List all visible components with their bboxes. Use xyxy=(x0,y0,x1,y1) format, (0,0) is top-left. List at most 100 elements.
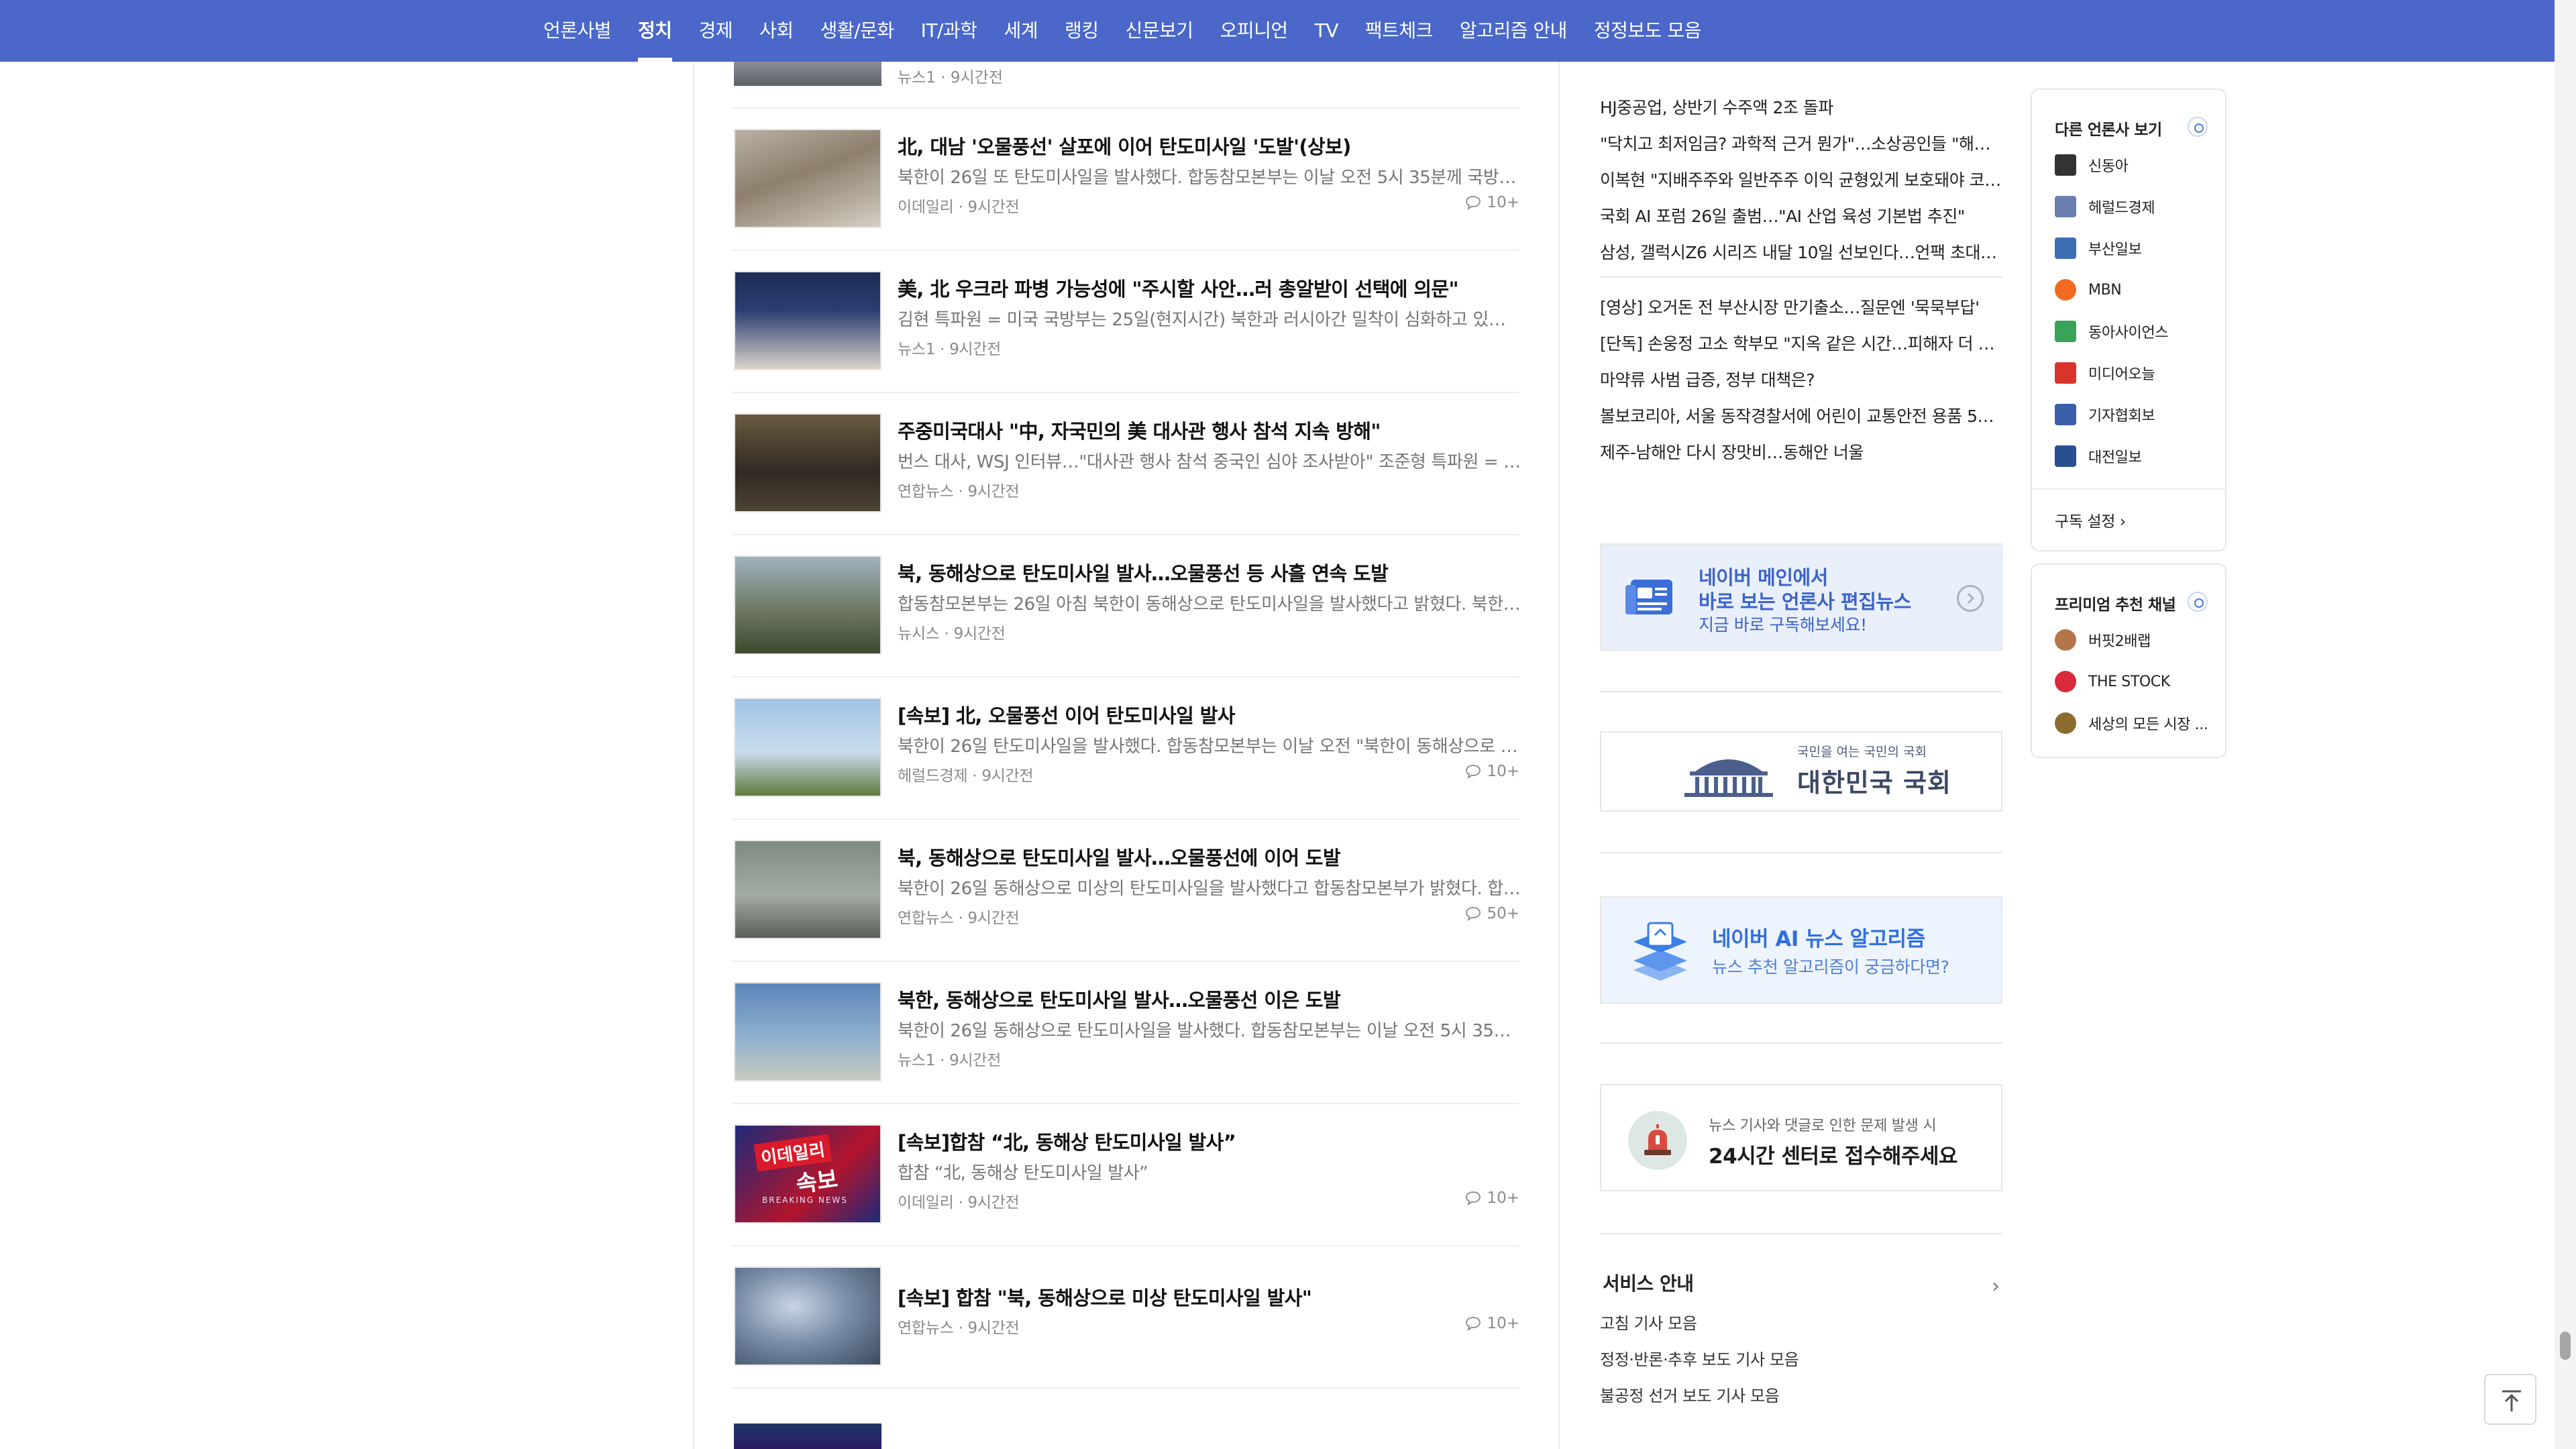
channel-item[interactable]: 미디어오늘 xyxy=(2055,360,2155,386)
news-thumbnail[interactable] xyxy=(734,982,881,1081)
refresh-icon[interactable] xyxy=(2188,117,2208,137)
nav-tab-4[interactable]: 생활/문화 xyxy=(820,0,894,62)
subscription-settings-link[interactable]: 구독 설정 › xyxy=(2055,508,2126,531)
headline-link[interactable]: 국회 AI 포럼 26일 출범…"AI 산업 육성 기본법 추진" xyxy=(1600,199,2002,235)
nav-tab-1[interactable]: 정치 xyxy=(638,0,672,62)
headline-link[interactable]: [영상] 오거돈 전 부산시장 만기출소…질문엔 '묵묵부답' xyxy=(1600,290,2002,326)
scrollbar-thumb[interactable] xyxy=(2560,1332,2571,1360)
headline-link[interactable]: 마약류 사범 급증, 정부 대책은? xyxy=(1600,362,2002,398)
nav-tab-0[interactable]: 언론사별 xyxy=(543,0,612,62)
news-thumbnail[interactable] xyxy=(734,555,881,655)
channel-item[interactable]: THE STOCK xyxy=(2055,668,2170,695)
news-item[interactable]: 이데일리 속보 BREAKING NEWS [속보]합참 “北, 동해상 탄도미사일 … xyxy=(731,1104,1519,1246)
chevron-right-icon[interactable]: › xyxy=(1992,1275,2000,1298)
channel-item[interactable]: 동아사이언스 xyxy=(2055,318,2168,345)
comment-count[interactable]: 10+ xyxy=(1465,763,1519,780)
news-thumbnail-partial[interactable] xyxy=(734,1424,881,1449)
channel-item[interactable]: MBN xyxy=(2055,276,2122,303)
news-item[interactable]: [속보] 北, 오물풍선 이어 탄도미사일 발사북한이 26일 탄도미사일을 발… xyxy=(731,678,1521,820)
news-thumbnail[interactable] xyxy=(734,840,881,939)
news-item[interactable]: 북, 동해상으로 탄도미사일 발사…오물풍선에 이어 도발북한이 26일 동해상… xyxy=(731,820,1521,962)
comment-icon xyxy=(1466,1191,1481,1205)
nav-tab-12[interactable]: 알고리즘 안내 xyxy=(1460,0,1567,62)
news-summary[interactable]: 북한이 26일 동해상으로 미상의 탄도미사일을 발사했다고 합동참모본부가 밝… xyxy=(898,875,1521,900)
nav-tab-8[interactable]: 신문보기 xyxy=(1126,0,1194,62)
thumbnail-image xyxy=(735,699,880,796)
headline-link[interactable]: "닥치고 최저임금? 과학적 근거 뭔가"…소상공인들 "해고 on" xyxy=(1600,126,2002,162)
page-scrollbar[interactable] xyxy=(2555,0,2576,1449)
comment-count[interactable]: 10+ xyxy=(1465,1315,1519,1332)
news-thumbnail[interactable] xyxy=(734,1267,881,1366)
report-center-banner[interactable]: 뉴스 기사와 댓글로 인한 문제 발생 시 24시간 센터로 접수해주세요 xyxy=(1600,1084,2002,1191)
news-item[interactable]: 北, 대남 '오물풍선' 살포에 이어 탄도미사일 '도발'(상보) 북한이 26… xyxy=(731,109,1521,251)
top-navigation-bar: 언론사별 정치 경제 사회 생활/문화 IT/과학 세계 랭킹 신문보기 오피니언 TV 팩트체크 알고… xyxy=(0,0,2555,62)
news-summary[interactable]: 북한이 26일 탄도미사일을 발사했다. 합동참모본부는 이날 오전 "북한이 … xyxy=(898,733,1521,757)
headline-link[interactable]: 삼성, 갤럭시Z6 시리즈 내달 10일 선보인다…언팩 초대장 발송 xyxy=(1600,235,2002,271)
nav-tab-13[interactable]: 정정보도 모음 xyxy=(1594,0,1701,62)
news-title[interactable]: 북, 동해상으로 탄도미사일 발사…오물풍선에 이어 도발 xyxy=(898,843,1508,871)
news-summary[interactable]: 합동참모본부는 26일 아침 북한이 동해상으로 탄도미사일을 발사했다고 밝혔… xyxy=(898,590,1521,615)
headline-link[interactable]: 볼보코리아, 서울 동작경찰서에 어린이 교통안전 용품 5000개 기부 xyxy=(1600,398,2002,435)
service-link-corrections[interactable]: 고침 기사 모음 xyxy=(1600,1305,2002,1342)
headline-link[interactable]: [단독] 손웅정 고소 학부모 "지옥 같은 시간…피해자 더 없길" xyxy=(1600,326,2002,362)
news-summary[interactable]: 합참 “北, 동해상 탄도미사일 발사” xyxy=(898,1159,1521,1184)
news-meta: 헤럴드경제 · 9시간전 xyxy=(898,767,1034,785)
news-summary[interactable]: 북한이 26일 동해상으로 탄도미사일을 발사했다. 합동참모본부는 이날 오전… xyxy=(898,1017,1521,1042)
headline-link[interactable]: HJ중공업, 상반기 수주액 2조 돌파 xyxy=(1600,90,2002,126)
national-assembly-banner[interactable]: 국민을 여는 국민의 국회 대한민국 국회 xyxy=(1600,731,2002,812)
nav-tab-3[interactable]: 사회 xyxy=(759,0,794,62)
news-title[interactable]: [속보] 합참 "북, 동해상으로 미상 탄도미사일 발사" xyxy=(898,1283,1508,1311)
news-item[interactable]: 북한, 동해상으로 탄도미사일 발사…오물풍선 이은 도발북한이 26일 동해상… xyxy=(731,962,1521,1104)
news-thumbnail[interactable] xyxy=(734,129,881,228)
news-item[interactable]: 美, 北 우크라 파병 가능성에 "주시할 사안…러 총알받이 선택에 의문" 김… xyxy=(731,251,1521,393)
scroll-to-top-button[interactable] xyxy=(2484,1374,2536,1425)
comment-count[interactable]: 50+ xyxy=(1465,905,1519,922)
news-title[interactable]: 북, 동해상으로 탄도미사일 발사…오물풍선 등 사흘 연속 도발 xyxy=(898,558,1508,586)
nav-tab-5[interactable]: IT/과학 xyxy=(921,0,977,62)
channel-item[interactable]: 신동아 xyxy=(2055,152,2129,178)
news-title[interactable]: [속보] 北, 오물풍선 이어 탄도미사일 발사 xyxy=(898,700,1508,729)
headline-link[interactable]: 제주-남해안 다시 장맛비…동해안 너울 xyxy=(1600,435,2002,471)
channel-name: 버핏2배랩 xyxy=(2088,633,2151,650)
news-title[interactable]: 美, 北 우크라 파병 가능성에 "주시할 사안…러 총알받이 선택에 의문" xyxy=(898,274,1508,302)
separator xyxy=(1600,1233,2002,1234)
news-thumbnail[interactable] xyxy=(734,271,881,370)
subscribe-main-news-banner[interactable]: 네이버 메인에서 바로 보는 언론사 편집뉴스 지금 바로 구독해보세요! xyxy=(1600,543,2002,651)
comment-count[interactable]: 10+ xyxy=(1465,1189,1519,1207)
news-title[interactable]: 북한, 동해상으로 탄도미사일 발사…오물풍선 이은 도발 xyxy=(898,985,1508,1013)
news-summary[interactable]: 북한이 26일 또 탄도미사일을 발사했다. 합동참모본부는 이날 오전 5시 … xyxy=(898,164,1521,189)
news-thumbnail[interactable]: 이데일리 속보 BREAKING NEWS xyxy=(734,1124,881,1224)
channel-item[interactable]: 대전일보 xyxy=(2055,443,2142,470)
channel-item[interactable]: 버핏2배랩 xyxy=(2055,627,2151,653)
channel-item[interactable]: 헤럴드경제 xyxy=(2055,193,2155,220)
news-thumbnail[interactable] xyxy=(734,62,881,86)
news-summary[interactable]: 번스 대사, WSJ 인터뷰…"대사관 행사 참석 중국인 심야 조사받아" 조… xyxy=(898,448,1521,473)
ai-algorithm-banner[interactable]: 네이버 AI 뉴스 알고리즘 뉴스 추천 알고리즘이 궁금하다면? xyxy=(1600,896,2002,1004)
thumbnail-image xyxy=(735,983,880,1080)
nav-tab-6[interactable]: 세계 xyxy=(1004,0,1038,62)
nav-tab-2[interactable]: 경제 xyxy=(699,0,733,62)
nav-tab-9[interactable]: 오피니언 xyxy=(1220,0,1289,62)
news-thumbnail[interactable] xyxy=(734,413,881,513)
comment-count[interactable]: 10+ xyxy=(1465,194,1519,211)
news-item[interactable]: 주중미국대사 "中, 자국민의 美 대사관 행사 참석 지속 방해" 번스 대사,… xyxy=(731,393,1521,535)
refresh-icon[interactable] xyxy=(2188,592,2208,612)
nav-tab-11[interactable]: 팩트체크 xyxy=(1365,0,1434,62)
news-thumbnail[interactable] xyxy=(734,698,881,797)
news-meta: 뉴스1 · 9시간전 xyxy=(898,69,1003,87)
channel-item[interactable]: 세상의 모든 시장 ... xyxy=(2055,710,2208,737)
channel-item[interactable]: 기자협회보 xyxy=(2055,401,2155,428)
nav-tab-7[interactable]: 랭킹 xyxy=(1065,0,1099,62)
service-link-election[interactable]: 불공정 선거 보도 기사 모음 xyxy=(1600,1378,2002,1414)
news-item-partial[interactable]: 뉴스1 · 9시간전 xyxy=(731,62,1519,109)
channel-item[interactable]: 부산일보 xyxy=(2055,235,2142,262)
nav-tab-10[interactable]: TV xyxy=(1315,0,1339,62)
headline-link[interactable]: 이복현 "지배주주와 일반주주 이익 균형있게 보호돼야 코리아 디스카운트 해… xyxy=(1600,162,2002,199)
news-item[interactable]: 북, 동해상으로 탄도미사일 발사…오물풍선 등 사흘 연속 도발합동참모본부는… xyxy=(731,535,1521,678)
news-title[interactable]: 주중미국대사 "中, 자국민의 美 대사관 행사 참석 지속 방해" xyxy=(898,416,1508,444)
news-title[interactable]: [속보]합참 “北, 동해상 탄도미사일 발사” xyxy=(898,1127,1508,1155)
news-summary[interactable]: 김현 특파원 = 미국 국방부는 25일(현지시간) 북한과 러시아간 밀착이 … xyxy=(898,306,1521,331)
news-title[interactable]: 北, 대남 '오물풍선' 살포에 이어 탄도미사일 '도발'(상보) xyxy=(898,131,1508,160)
service-link-rebuttal[interactable]: 정정·반론·추후 보도 기사 모음 xyxy=(1600,1342,2002,1378)
news-item[interactable]: [속보] 합참 "북, 동해상으로 미상 탄도미사일 발사" 연합뉴스 · 9시간… xyxy=(731,1246,1519,1389)
